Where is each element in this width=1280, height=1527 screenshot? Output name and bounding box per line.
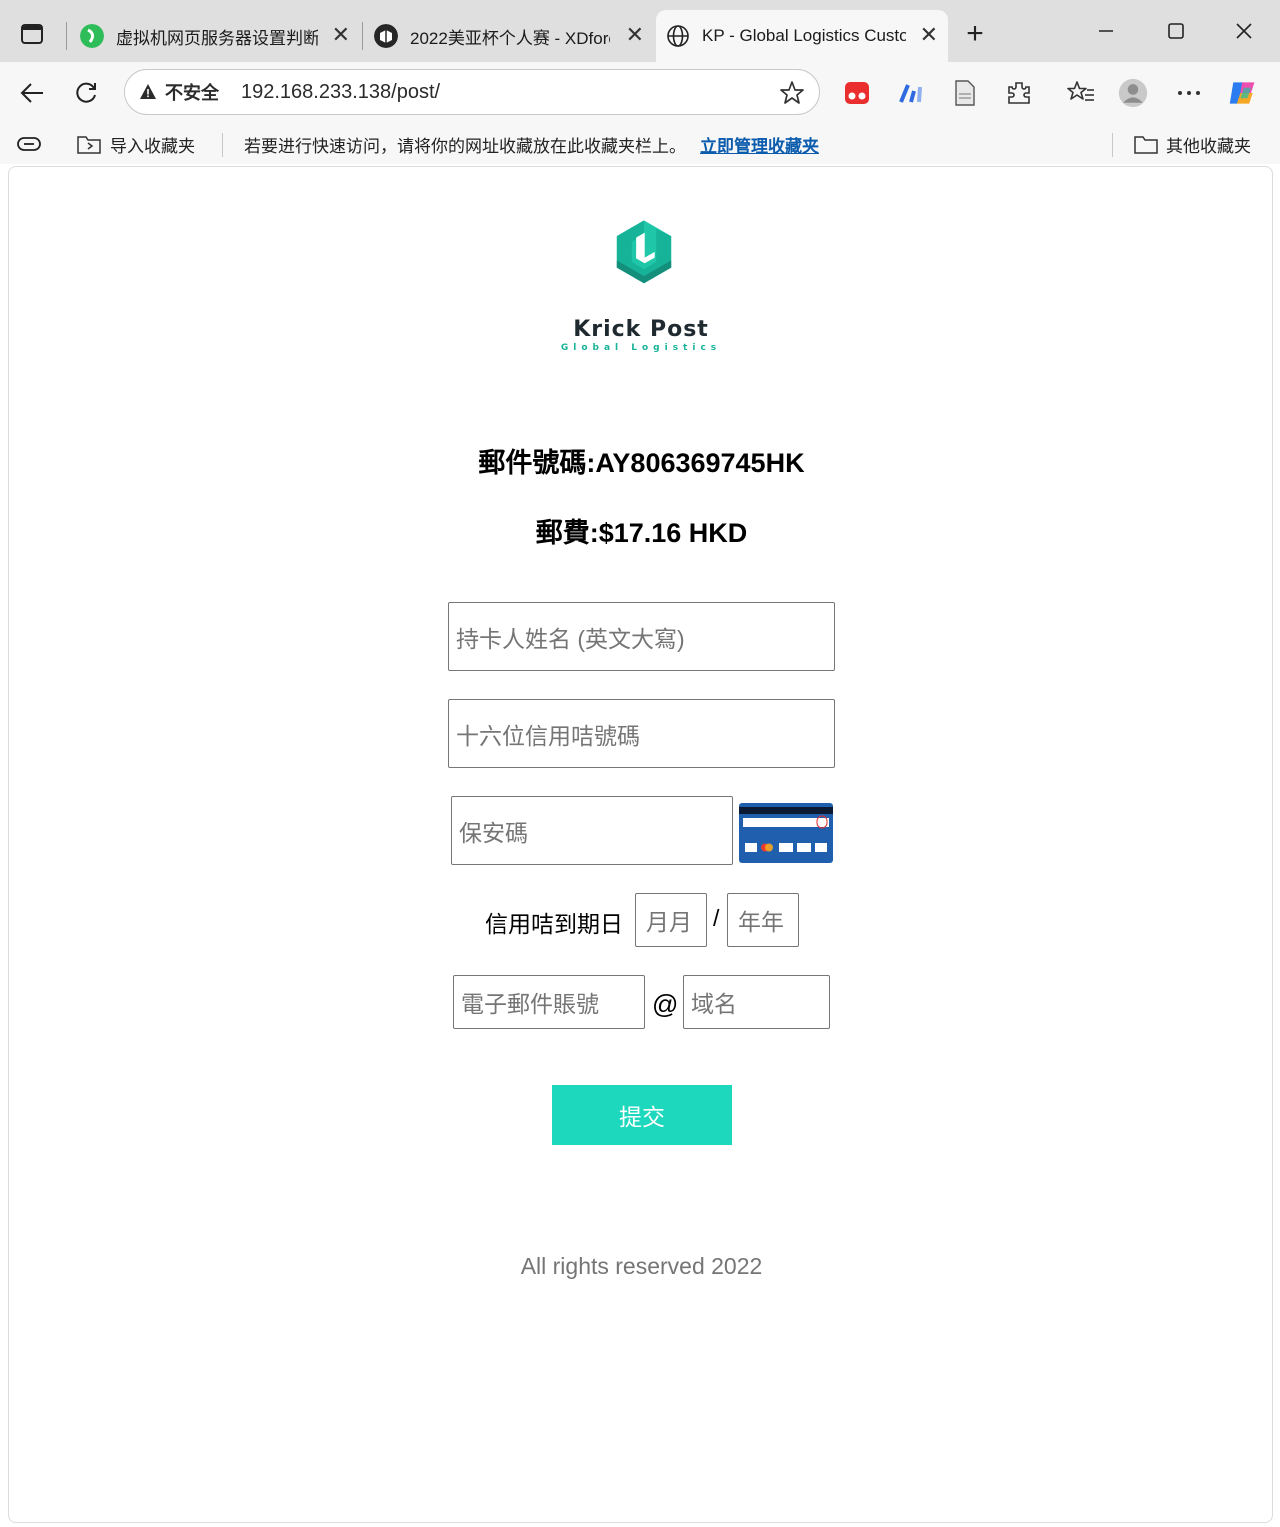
email-account-input[interactable]: 電子郵件賬號 [453, 975, 645, 1029]
address-bar[interactable]: 不安全 192.168.233.138/post/ [124, 69, 820, 115]
tab-title: KP - Global Logistics Customs [702, 26, 906, 45]
window-close-icon[interactable] [1224, 16, 1264, 46]
bookmark-divider [1112, 133, 1113, 157]
navigation-toolbar: 不安全 192.168.233.138/post/ [0, 62, 1280, 124]
krick-post-logo [616, 220, 672, 284]
other-favorites-button[interactable]: 其他收藏夹 [1134, 130, 1251, 158]
close-icon[interactable]: ✕ [626, 24, 644, 46]
profile-icon[interactable] [1118, 78, 1148, 108]
submit-button[interactable]: 提交 [552, 1085, 732, 1145]
tab-favicon-green [80, 24, 104, 48]
brand-tagline: Global Logistics [560, 343, 722, 353]
tracking-number: 郵件號碼:AY806369745HK [478, 448, 805, 478]
other-favorites-label: 其他收藏夹 [1166, 136, 1251, 156]
url-text[interactable]: 192.168.233.138/post/ [241, 81, 440, 104]
bookmarks-hint: 若要进行快速访问，请将你的网址收藏放在此收藏夹栏上。 立即管理收藏夹 [244, 130, 819, 158]
expiry-separator: / [713, 905, 720, 931]
close-icon[interactable]: ✕ [920, 24, 938, 46]
back-icon[interactable] [12, 74, 52, 112]
more-icon[interactable] [1174, 78, 1204, 108]
import-favorites-label: 导入收藏夹 [110, 136, 195, 156]
import-icon [77, 136, 101, 154]
tab-divider [66, 22, 67, 50]
footer-copyright: All rights reserved 2022 [520, 1253, 763, 1279]
star-icon[interactable] [779, 80, 805, 106]
folder-icon [1134, 136, 1158, 154]
document-icon[interactable] [950, 78, 980, 108]
tab-title: 2022美亚杯个人赛 - XDforensics [410, 28, 610, 48]
tab-vm-webserver[interactable]: 虚拟机网页服务器设置判断 ✕ [70, 10, 360, 62]
favorites-icon[interactable] [1066, 78, 1096, 108]
security-label: 不安全 [165, 83, 219, 103]
globe-icon [667, 25, 689, 47]
email-domain-input[interactable]: 域名 [683, 975, 830, 1029]
minimize-icon[interactable] [1086, 16, 1126, 46]
bookmarks-hint-text: 若要进行快速访问，请将你的网址收藏放在此收藏夹栏上。 [244, 136, 686, 156]
brand-name: Krick Post [573, 317, 709, 342]
bookmarks-bar: 导入收藏夹 若要进行快速访问，请将你的网址收藏放在此收藏夹栏上。 立即管理收藏夹… [0, 124, 1280, 164]
import-favorites-button[interactable]: 导入收藏夹 [76, 130, 195, 158]
tab-favicon-dark [374, 24, 398, 48]
page-viewport: Krick Post Global Logistics 郵件號碼:AY80636… [8, 166, 1273, 1523]
close-icon[interactable]: ✕ [332, 24, 350, 46]
manage-favorites-link[interactable]: 立即管理收藏夹 [700, 132, 819, 157]
tab-divider [362, 22, 363, 50]
tab-krick-post[interactable]: KP - Global Logistics Customs ✕ [656, 10, 948, 62]
cardholder-name-input[interactable]: 持卡人姓名 (英文大寫) [448, 602, 835, 671]
sidebar-icon[interactable] [14, 18, 50, 50]
bookmark-divider [222, 133, 223, 157]
extension-red-icon[interactable] [842, 78, 872, 108]
cvv-card-image [739, 803, 833, 863]
extension-chart-icon[interactable] [896, 78, 926, 108]
plus-icon[interactable]: + [958, 19, 992, 50]
tab-bar: 虚拟机网页服务器设置判断 ✕ 2022美亚杯个人赛 - XDforensics … [0, 0, 1280, 62]
bookmark-collections-icon[interactable] [16, 130, 50, 158]
security-indicator[interactable]: 不安全 [139, 79, 219, 105]
tab-title: 虚拟机网页服务器设置判断 [116, 28, 318, 48]
postage-fee: 郵費:$17.16 HKD [535, 518, 748, 548]
expiry-label: 信用咭到期日 [485, 911, 623, 937]
expiry-year-input[interactable]: 年年 [727, 893, 799, 947]
extension-icon[interactable] [1004, 78, 1034, 108]
warning-icon [140, 84, 156, 99]
expiry-month-input[interactable]: 月月 [635, 893, 707, 947]
cvv-input[interactable]: 保安碼 [451, 796, 733, 865]
maximize-icon[interactable] [1156, 16, 1196, 46]
copilot-icon[interactable] [1228, 78, 1258, 108]
tab-meiya-cup[interactable]: 2022美亚杯个人赛 - XDforensics ✕ [364, 10, 654, 62]
card-number-input[interactable]: 十六位信用咭號碼 [448, 699, 835, 768]
at-symbol: @ [652, 989, 679, 1019]
refresh-icon[interactable] [66, 74, 106, 112]
